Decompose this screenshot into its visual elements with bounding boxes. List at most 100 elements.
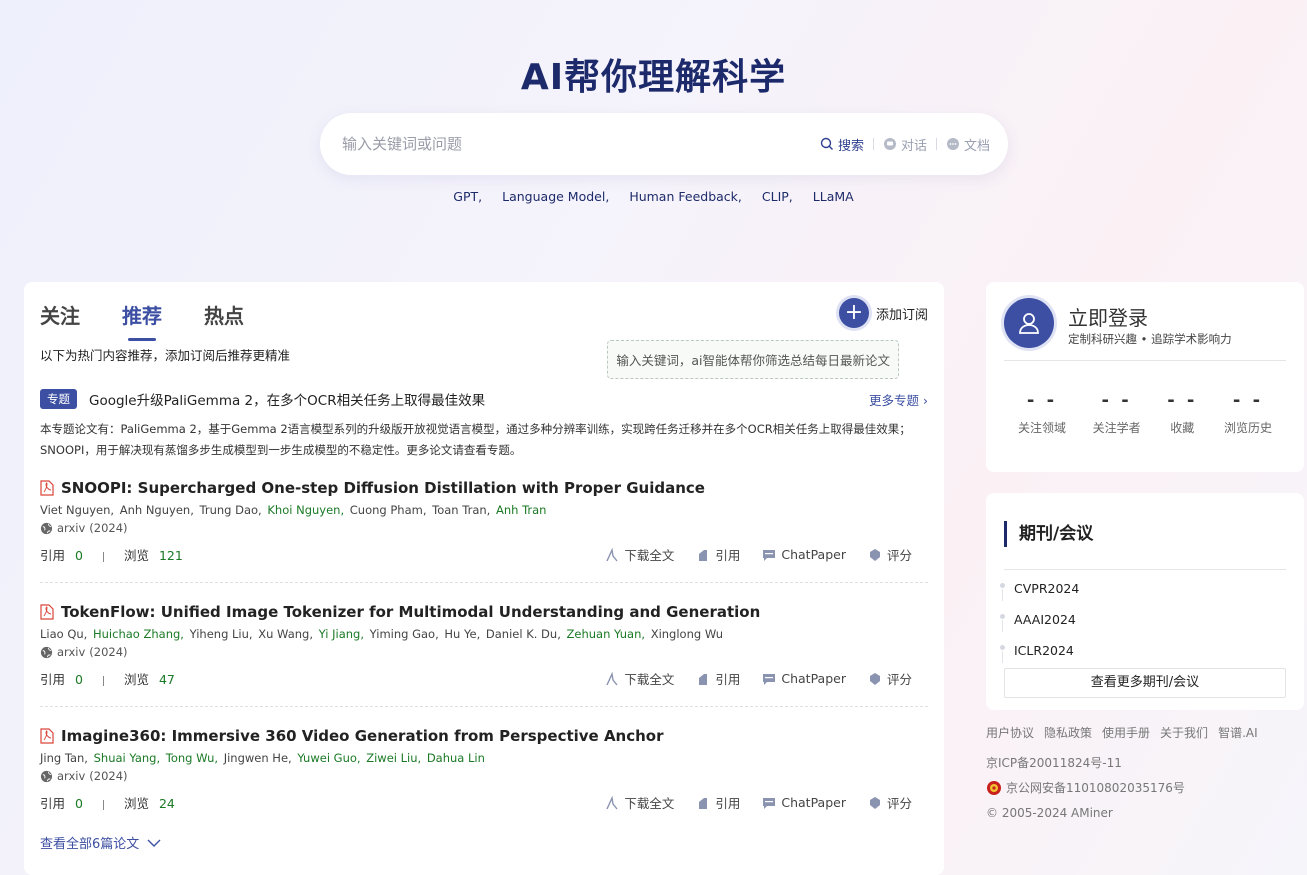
divider [935,138,937,150]
hot-tag[interactable]: GPT, [453,189,482,204]
cite-label: 引用 [715,672,741,687]
author-link[interactable]: Zehuan Yuan, [567,627,646,641]
divider [40,706,928,707]
stat-history[interactable]: - - 浏览历史 [1224,390,1272,436]
topic-badge: 专题 [40,389,77,409]
citations-label: 引用 [40,796,66,811]
author: Anh Nguyen, [119,503,194,517]
conference-item[interactable]: AAAI2024 [1000,608,1079,639]
tab-hot[interactable]: 热点 [204,300,244,329]
stat-value: - - [1232,390,1264,411]
search-input[interactable] [342,135,820,153]
author: Jing Tan, [40,751,88,765]
cite-button[interactable]: 引用 [696,545,740,564]
citations-count: 0 [75,672,83,687]
rate-icon [869,796,880,809]
author-link[interactable]: Tong Wu, [166,751,218,765]
download-button[interactable]: 下载全文 [605,545,674,564]
footer-link[interactable]: 关于我们 [1160,724,1208,741]
chat-mode-button[interactable]: 对话 [883,135,927,154]
views-count: 121 [158,548,183,563]
stat-favorites[interactable]: - - 收藏 [1167,390,1197,436]
document-icon [946,138,959,150]
login-link[interactable]: 立即登录 [1068,302,1148,331]
author: Viet Nguyen, [40,503,115,517]
author-link[interactable]: Ziwei Liu, [366,751,421,765]
feed-card: 关注 推荐 热点 + 添加订阅 输入关键词，ai智能体帮你筛选总结每日最新论文 … [24,282,944,875]
topic-section: 专题 Google升级PaliGemma 2，在多个OCR相关任务上取得最佳效果… [40,389,928,461]
chevron-right-icon: › [923,392,928,408]
rate-button[interactable]: 评分 [868,669,912,688]
download-icon [606,795,618,809]
conference-item[interactable]: ICLR2024 [1000,639,1079,670]
more-conferences-button[interactable]: 查看更多期刊/会议 [1004,668,1286,698]
footer-link[interactable]: 智谱.AI [1218,724,1258,741]
see-all-papers-link[interactable]: 查看全部6篇论文 [40,833,161,852]
cite-button[interactable]: 引用 [696,793,740,812]
hot-tag[interactable]: CLIP, [762,189,793,204]
download-label: 下载全文 [624,796,675,811]
download-button[interactable]: 下载全文 [605,793,674,812]
download-icon [606,671,618,685]
citations-label: 引用 [40,672,66,687]
more-topics-link[interactable]: 更多专题 › [869,390,928,409]
paper-item: TokenFlow: Unified Image Tokenizer for M… [40,603,928,687]
paper-authors: Viet Nguyen, Anh Nguyen, Trung Dao, Khoi… [40,503,928,517]
cite-button[interactable]: 引用 [696,669,740,688]
chatpaper-button[interactable]: ChatPaper [762,669,846,688]
views-label: 浏览 [123,548,149,563]
paper-title[interactable]: Imagine360: Immersive 360 Video Generati… [61,727,664,745]
paper-stats: 引用 0 浏览 47 下载全文 引用 ChatPaper 评分 [40,669,928,687]
chatpaper-button[interactable]: ChatPaper [762,545,846,564]
rate-icon [869,672,880,685]
chat-bubble-icon [763,549,776,561]
footer-link[interactable]: 使用手册 [1102,724,1150,741]
author-link[interactable]: Huichao Zhang, [93,627,184,641]
venue-name: arxiv [57,521,86,535]
tab-follow[interactable]: 关注 [40,300,80,329]
footer-link[interactable]: 用户协议 [986,724,1034,741]
search-mode-button[interactable]: 搜索 [820,135,864,154]
author: Hu Ye, [444,627,481,641]
conference-item[interactable]: CVPR2024 [1000,577,1079,608]
paper-title[interactable]: TokenFlow: Unified Image Tokenizer for M… [61,603,760,621]
author-link[interactable]: Yuwei Guo, [297,751,360,765]
author-link[interactable]: Khoi Nguyen, [267,503,344,517]
stat-followed-fields[interactable]: - - 关注领域 [1018,390,1066,436]
search-bar: 搜索 对话 文档 [320,113,1008,175]
hot-tag[interactable]: Human Feedback, [629,189,742,204]
hot-tag[interactable]: Language Model, [502,189,609,204]
chat-icon [883,138,896,150]
tab-recommend[interactable]: 推荐 [122,300,162,341]
author-link[interactable]: Anh Tran [496,503,547,517]
subscription-tooltip: 输入关键词，ai智能体帮你筛选总结每日最新论文 [607,340,899,379]
quote-icon [699,797,708,809]
pdf-icon[interactable] [40,728,54,744]
avatar[interactable] [1004,298,1054,348]
hot-tag[interactable]: LLaMA [813,189,854,204]
topic-title[interactable]: Google升级PaliGemma 2，在多个OCR相关任务上取得最佳效果 [89,389,869,409]
paper-venue: arxiv (2024) [40,769,928,783]
chatpaper-button[interactable]: ChatPaper [762,793,846,812]
chatpaper-label: ChatPaper [781,547,846,562]
rate-label: 评分 [886,548,912,563]
rate-button[interactable]: 评分 [868,793,912,812]
paper-title[interactable]: SNOOPI: Supercharged One-step Diffusion … [61,479,705,497]
author-link[interactable]: Dahua Lin [427,751,485,765]
add-subscription-button[interactable]: + 添加订阅 [838,298,928,328]
stat-followed-scholars[interactable]: - - 关注学者 [1093,390,1141,436]
globe-icon [40,522,53,534]
footer-link[interactable]: 隐私政策 [1044,724,1092,741]
author-link[interactable]: Shuai Yang, [94,751,161,765]
police-record-link[interactable]: 京公网安备11010802035176号 [986,779,1258,796]
document-mode-button[interactable]: 文档 [946,135,990,154]
download-button[interactable]: 下载全文 [605,669,674,688]
pdf-icon[interactable] [40,604,54,620]
venue-name: arxiv [57,645,86,659]
author-link[interactable]: Yi Jiang, [319,627,364,641]
rate-button[interactable]: 评分 [868,545,912,564]
pdf-icon[interactable] [40,480,54,496]
paper-authors: Liao Qu, Huichao Zhang, Yiheng Liu, Xu W… [40,627,928,641]
more-topics-label: 更多专题 [869,392,920,408]
icp-link[interactable]: 京ICP备20011824号-11 [986,754,1258,771]
